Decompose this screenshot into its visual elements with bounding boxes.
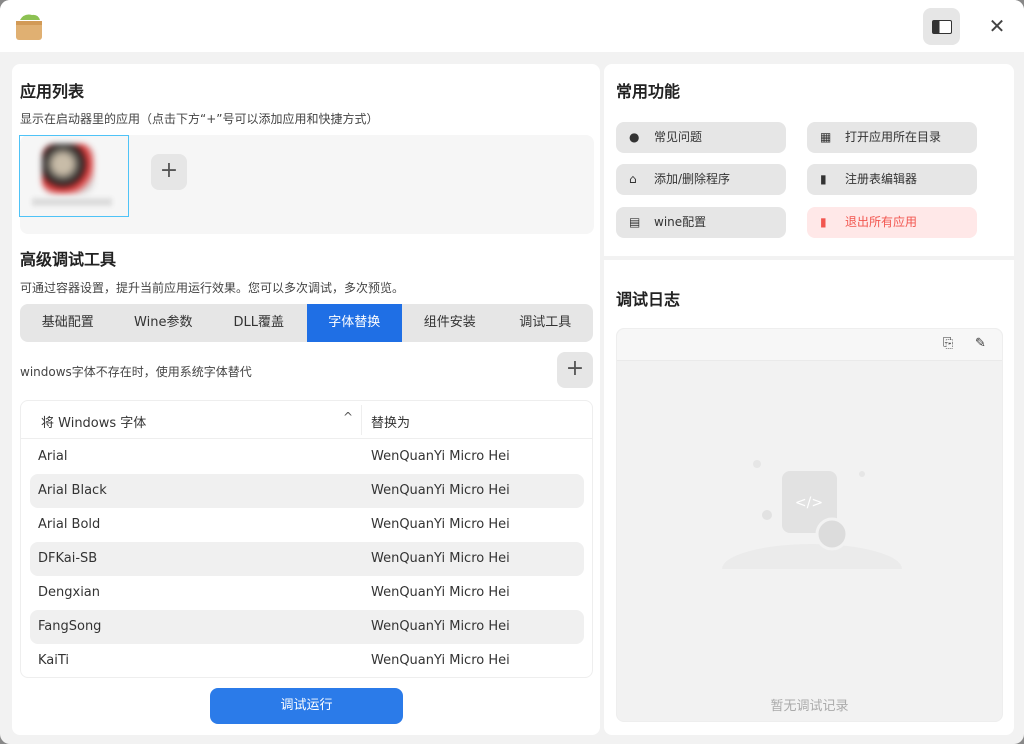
titlebar: ✕	[0, 0, 1024, 52]
cell-font: KaiTi	[38, 653, 70, 668]
app-list-subtitle: 显示在启动器里的应用（点击下方“+”号可以添加应用和快捷方式）	[20, 112, 379, 126]
app-logo-icon	[16, 14, 42, 40]
debug-log-panel: 调试日志 ⎘ ✎ </> 暂无调试记录	[604, 260, 1014, 735]
table-row[interactable]: DFKai-SB WenQuanYi Micro Hei	[30, 542, 584, 576]
cell-replacement: WenQuanYi Micro Hei	[371, 483, 510, 498]
font-table: 将 Windows 字体 ^ 替换为 Arial WenQuanYi Micro …	[20, 400, 593, 678]
cell-replacement: WenQuanYi Micro Hei	[371, 517, 510, 532]
tab-debug-tools[interactable]: 调试工具	[498, 304, 594, 342]
cell-replacement: WenQuanYi Micro Hei	[371, 619, 510, 634]
tab-dll-override[interactable]: DLL覆盖	[211, 304, 307, 342]
cell-font: DFKai-SB	[38, 551, 98, 566]
common-functions-panel: 常用功能 ● 常见问题 ▦ 打开应用所在目录 ⌂ 添加/删除程序 ▮ 注册表编辑器 ▤ w…	[604, 64, 1014, 256]
font-description: windows字体不存在时，使用系统字体替代	[20, 365, 252, 379]
button-label: 常见问题	[654, 130, 703, 144]
open-app-dir-button[interactable]: ▦ 打开应用所在目录	[807, 122, 977, 153]
close-button[interactable]: ✕	[985, 14, 1009, 38]
table-row[interactable]: Arial Black WenQuanYi Micro Hei	[30, 474, 584, 508]
registry-icon: ▮	[820, 172, 827, 186]
config-icon: ▤	[629, 215, 641, 229]
table-row[interactable]: Arial WenQuanYi Micro Hei	[30, 440, 584, 474]
app-label	[32, 198, 112, 206]
common-functions-title: 常用功能	[616, 82, 681, 101]
debug-tabs: 基础配置 Wine参数 DLL覆盖 字体替换 组件安装 调试工具	[20, 304, 593, 342]
button-label: 退出所有应用	[845, 215, 918, 229]
button-label: 添加/删除程序	[654, 172, 731, 186]
table-row[interactable]: KaiTi WenQuanYi Micro Hei	[30, 644, 584, 677]
column-divider	[361, 405, 362, 435]
wine-config-button[interactable]: ▤ wine配置	[616, 207, 786, 238]
table-row[interactable]: Dengxian WenQuanYi Micro Hei	[30, 576, 584, 610]
add-remove-programs-button[interactable]: ⌂ 添加/删除程序	[616, 164, 786, 195]
add-font-button[interactable]: +	[557, 352, 593, 388]
table-row[interactable]: FangSong WenQuanYi Micro Hei	[30, 610, 584, 644]
empty-log-illustration: </>	[722, 460, 902, 569]
cell-font: Arial Black	[38, 483, 107, 498]
debug-log-title: 调试日志	[616, 290, 681, 309]
cell-font: Arial	[38, 449, 68, 464]
svg-text:</>: </>	[795, 495, 823, 511]
exit-all-apps-button[interactable]: ▮ 退出所有应用	[807, 207, 977, 238]
cell-font: FangSong	[38, 619, 102, 634]
table-row[interactable]: Arial Bold WenQuanYi Micro Hei	[30, 508, 584, 542]
faq-button[interactable]: ● 常见问题	[616, 122, 786, 153]
export-log-icon[interactable]: ⎘	[943, 336, 953, 351]
app-item[interactable]	[19, 135, 129, 217]
debug-tools-title: 高级调试工具	[20, 250, 117, 269]
basket-icon: ⌂	[629, 172, 637, 186]
registry-editor-button[interactable]: ▮ 注册表编辑器	[807, 164, 977, 195]
app-window: ✕ 应用列表 显示在启动器里的应用（点击下方“+”号可以添加应用和快捷方式） +…	[0, 0, 1024, 744]
clear-log-icon[interactable]: ✎	[975, 336, 986, 351]
button-label: 注册表编辑器	[845, 172, 918, 186]
tab-wine-params[interactable]: Wine参数	[116, 304, 212, 342]
tab-basic-config[interactable]: 基础配置	[20, 304, 116, 342]
button-label: 打开应用所在目录	[845, 130, 942, 144]
question-icon: ●	[629, 130, 640, 144]
sidebar-icon	[931, 19, 952, 34]
tab-component-install[interactable]: 组件安装	[402, 304, 498, 342]
cell-replacement: WenQuanYi Micro Hei	[371, 551, 510, 566]
log-toolbar: ⎘ ✎	[617, 329, 1002, 361]
cell-font: Arial Bold	[38, 517, 101, 532]
header-windows-font[interactable]: 将 Windows 字体	[41, 412, 146, 431]
folder-grid-icon: ▦	[820, 130, 832, 144]
header-replace-with[interactable]: 替换为	[371, 412, 410, 431]
empty-log-text: 暂无调试记录	[770, 699, 849, 714]
sort-ascending-icon[interactable]: ^	[343, 410, 353, 424]
cell-replacement: WenQuanYi Micro Hei	[371, 653, 510, 668]
exit-icon: ▮	[820, 215, 827, 229]
add-app-button[interactable]: +	[151, 154, 187, 190]
log-box: ⎘ ✎ </> 暂无调试记录	[616, 328, 1003, 722]
table-header: 将 Windows 字体 ^ 替换为	[21, 401, 592, 439]
app-icon	[42, 144, 94, 194]
toggle-sidebar-button[interactable]	[923, 8, 960, 45]
button-label: wine配置	[654, 215, 707, 229]
app-list-title: 应用列表	[20, 82, 85, 101]
debug-tools-subtitle: 可通过容器设置，提升当前应用运行效果。您可以多次调试，多次预览。	[20, 281, 405, 295]
tab-font-replace[interactable]: 字体替换	[306, 304, 402, 342]
debug-run-button[interactable]: 调试运行	[210, 688, 403, 724]
left-panel: 应用列表 显示在启动器里的应用（点击下方“+”号可以添加应用和快捷方式） + 高…	[12, 64, 600, 735]
cell-font: Dengxian	[38, 585, 101, 600]
cell-replacement: WenQuanYi Micro Hei	[371, 585, 510, 600]
cell-replacement: WenQuanYi Micro Hei	[371, 449, 510, 464]
